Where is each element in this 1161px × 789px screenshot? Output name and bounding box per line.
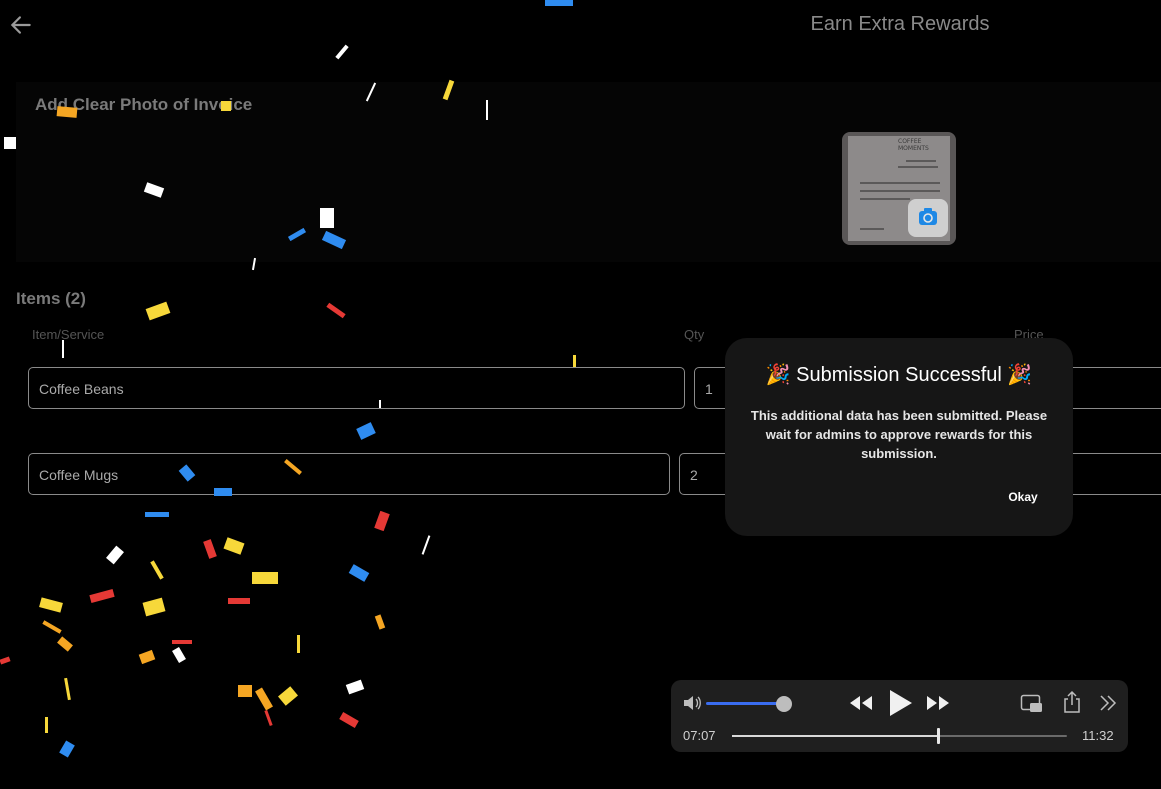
confetti-piece xyxy=(573,355,576,367)
volume-slider[interactable] xyxy=(706,702,784,705)
invoice-brand-line1: COFFEE xyxy=(898,138,922,145)
playback-scrubber-handle[interactable] xyxy=(937,728,940,744)
confetti-piece xyxy=(172,640,192,644)
confetti-piece xyxy=(214,488,232,496)
confetti-piece xyxy=(64,677,71,701)
confetti-piece xyxy=(145,512,169,517)
back-arrow-icon[interactable] xyxy=(8,12,34,38)
confetti-piece xyxy=(320,208,334,228)
item-price-field[interactable] xyxy=(1060,367,1161,409)
confetti-piece xyxy=(374,510,390,532)
confetti-piece xyxy=(62,340,64,358)
confetti-piece xyxy=(326,302,346,319)
confetti-piece xyxy=(39,597,63,613)
confetti-piece xyxy=(172,646,186,664)
party-popper-icon: 🎉 xyxy=(765,364,791,386)
picture-in-picture-icon[interactable] xyxy=(1020,694,1044,714)
share-icon[interactable] xyxy=(1062,690,1082,714)
okay-button[interactable]: Okay xyxy=(1003,490,1043,504)
confetti-piece xyxy=(203,539,217,559)
remaining-time: 11:32 xyxy=(1082,728,1114,743)
item-name-value: Coffee Beans xyxy=(39,381,124,397)
confetti-piece xyxy=(339,712,359,728)
confetti-piece xyxy=(379,400,381,408)
confetti-piece xyxy=(251,257,257,271)
confetti-piece xyxy=(421,535,431,555)
play-icon[interactable] xyxy=(886,688,914,718)
party-popper-icon: 🎉 xyxy=(1007,364,1033,386)
confetti-piece xyxy=(255,687,273,711)
confetti-piece xyxy=(297,635,300,653)
confetti-piece xyxy=(142,597,166,617)
item-name-field[interactable]: Coffee Beans xyxy=(28,367,685,409)
rewind-icon[interactable] xyxy=(848,694,874,712)
playback-progress xyxy=(732,735,938,737)
confetti-piece xyxy=(223,537,245,555)
dialog-title: 🎉 Submission Successful 🎉 xyxy=(745,362,1053,387)
confetti-piece xyxy=(0,656,11,665)
confetti-piece xyxy=(56,106,78,118)
confetti-piece xyxy=(59,740,75,758)
page-title: Earn Extra Rewards xyxy=(810,13,990,35)
confetti-piece xyxy=(138,649,156,665)
confetti-piece xyxy=(145,301,171,321)
confetti-piece xyxy=(57,636,73,652)
invoice-brand-line2: MOMENTS xyxy=(898,145,929,152)
confetti-piece xyxy=(345,679,365,695)
confetti-piece xyxy=(486,100,488,120)
dialog-title-text: Submission Successful xyxy=(796,364,1002,386)
column-item: Item/Service xyxy=(32,327,105,342)
column-qty: Qty xyxy=(684,327,705,342)
confetti-piece xyxy=(89,589,115,603)
dialog-message: This additional data has been submitted.… xyxy=(750,408,1048,461)
volume-slider-handle[interactable] xyxy=(776,696,792,712)
item-qty-value: 1 xyxy=(705,381,713,397)
confetti-piece xyxy=(348,564,370,582)
camera-icon xyxy=(919,208,937,225)
confetti-piece xyxy=(264,709,273,727)
confetti-piece xyxy=(545,0,573,6)
confetti-piece xyxy=(335,44,349,60)
confetti-piece xyxy=(4,137,16,149)
fast-forward-icon[interactable] xyxy=(925,694,951,712)
confetti-piece xyxy=(228,598,250,604)
confetti-piece xyxy=(374,614,386,630)
item-price-field[interactable] xyxy=(1060,453,1161,495)
confetti-piece xyxy=(238,685,252,697)
confetti-piece xyxy=(252,572,278,584)
confetti-piece xyxy=(356,422,376,440)
item-name-value: Coffee Mugs xyxy=(39,467,119,483)
confetti-piece xyxy=(106,545,124,565)
camera-button[interactable] xyxy=(908,199,948,237)
item-qty-value: 2 xyxy=(690,467,698,483)
items-heading: Items (2) xyxy=(16,289,86,308)
confetti-piece xyxy=(221,101,231,111)
item-name-field[interactable]: Coffee Mugs xyxy=(28,453,670,495)
elapsed-time: 07:07 xyxy=(683,728,716,743)
confetti-piece xyxy=(45,717,48,733)
more-icon[interactable] xyxy=(1098,694,1118,712)
volume-icon[interactable] xyxy=(682,694,702,712)
confetti-piece xyxy=(42,620,62,634)
confetti-piece xyxy=(278,686,298,706)
confetti-piece xyxy=(150,560,164,580)
